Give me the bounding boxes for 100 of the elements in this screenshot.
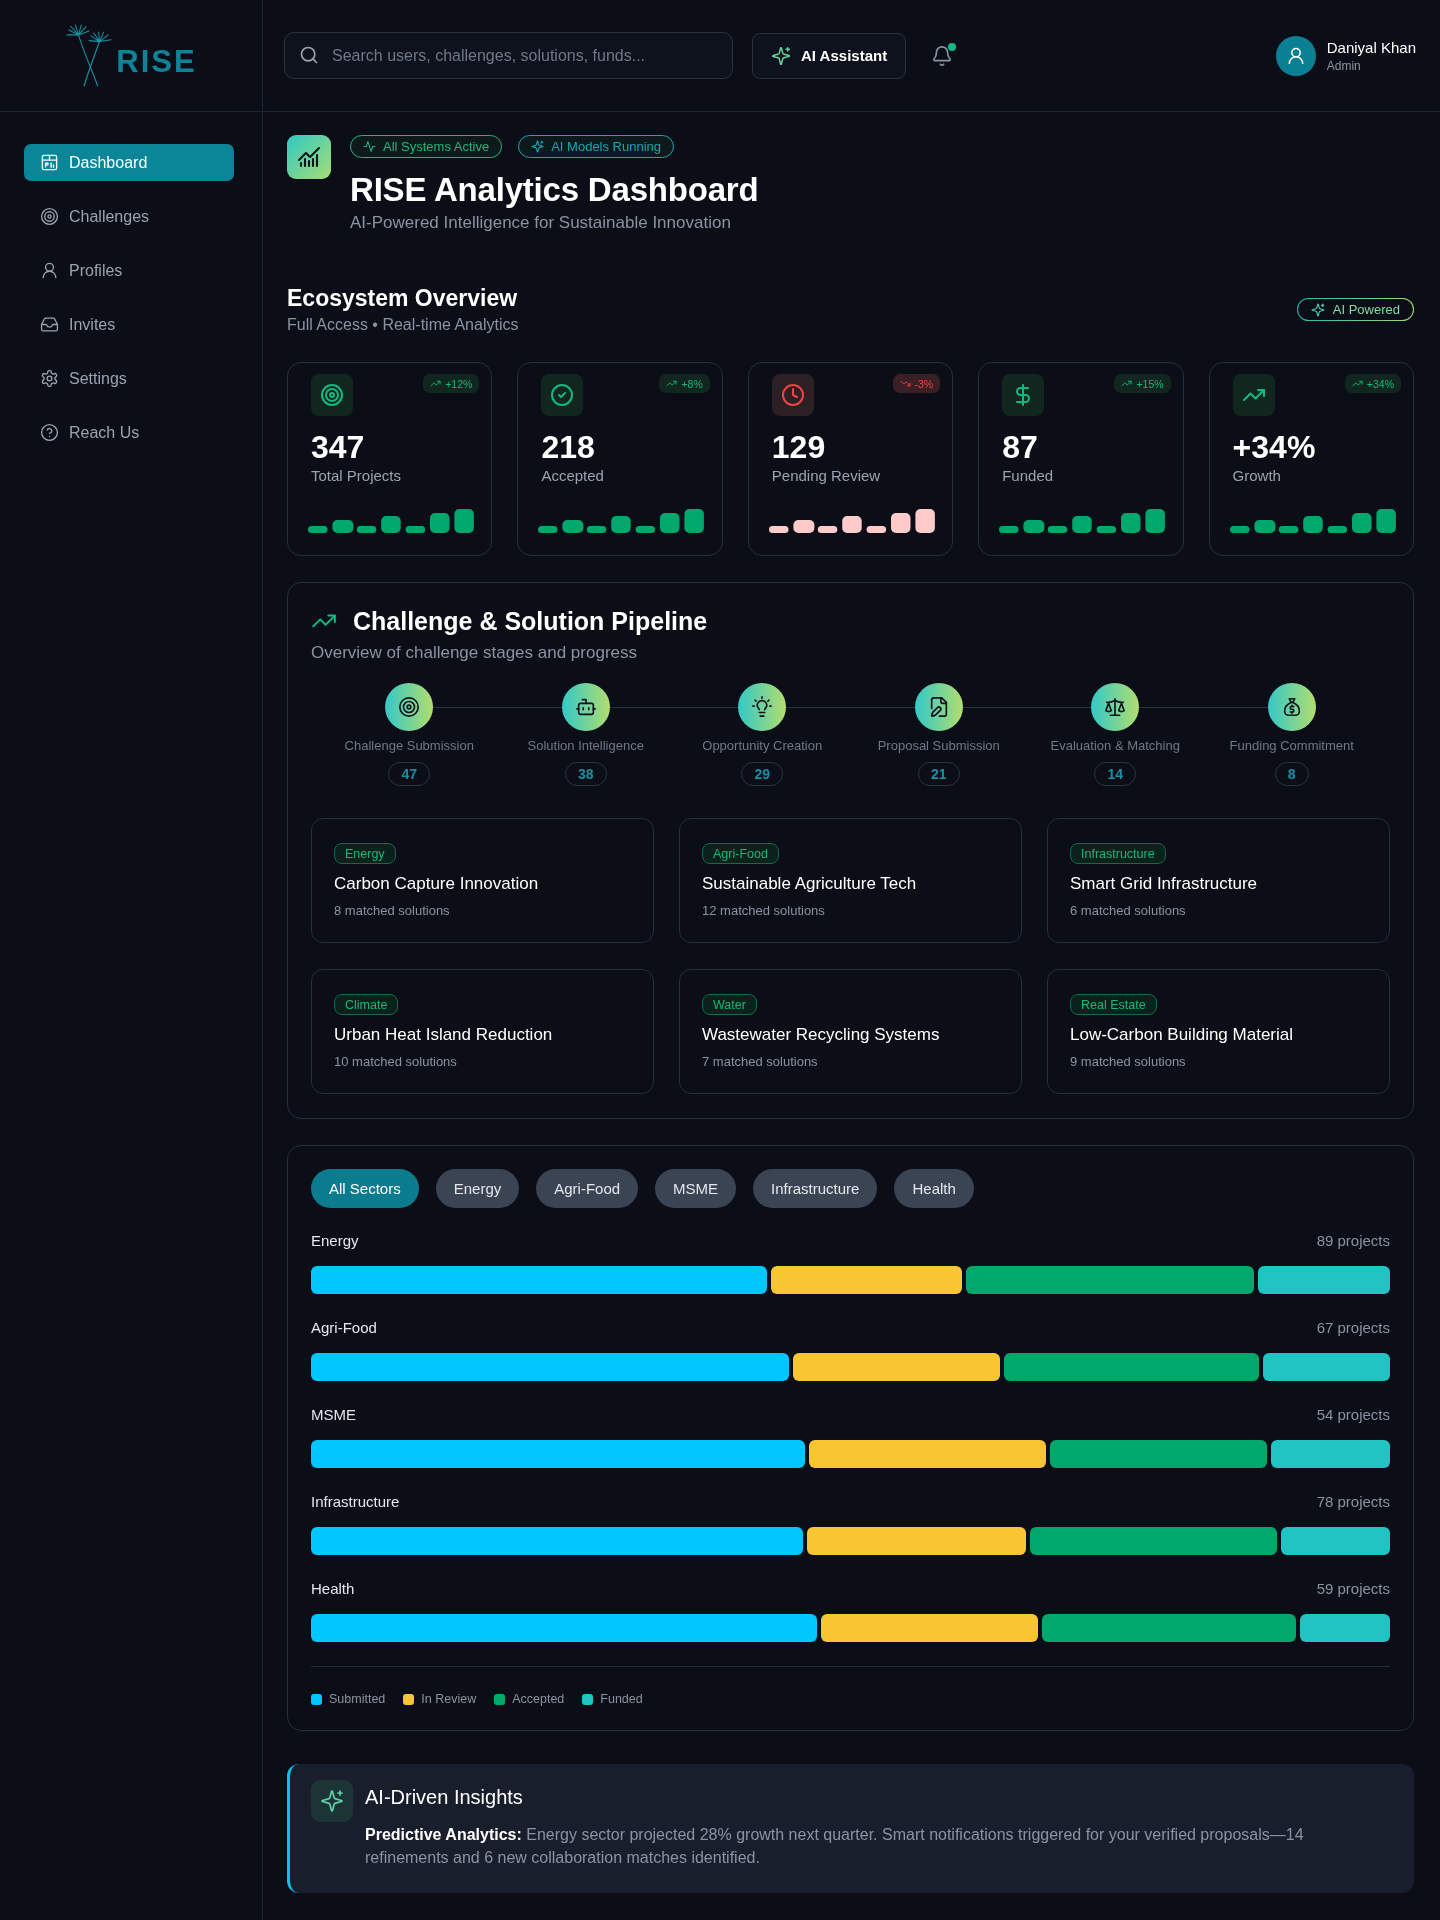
mini-bar (1145, 509, 1166, 533)
legend-label: Submitted (329, 1691, 386, 1707)
nav-item[interactable]: Dashboard (24, 144, 234, 181)
avatar-icon[interactable] (1275, 35, 1316, 76)
challenge-title: Urban Heat Island Reduction (334, 1024, 553, 1046)
insights-title: AI-Driven Insights (365, 1785, 524, 1810)
filter-chip[interactable]: MSME (655, 1169, 737, 1208)
search-field[interactable]: Search users, challenges, solutions, funds... (284, 32, 733, 79)
mini-bar (890, 513, 911, 533)
trend-up-icon (666, 378, 678, 389)
sector-tag: Infrastructure (1070, 843, 1166, 864)
dandelion-icon (65, 23, 114, 88)
scales-icon (1091, 683, 1140, 731)
mini-bar (405, 526, 426, 533)
mini-bar (1376, 509, 1396, 533)
mini-bar (430, 513, 450, 533)
mini-bar (817, 526, 838, 533)
page-subtitle: AI-Powered Intelligence for Sustainable Innovation (350, 212, 732, 234)
logo-text: RISE (116, 43, 197, 80)
mini-bar (587, 526, 607, 533)
challenge-title: Carbon Capture Innovation (334, 873, 539, 895)
trend-up-icon (1232, 374, 1275, 416)
filter-chip[interactable]: Agri-Food (536, 1169, 639, 1208)
lightbulb-icon (738, 683, 787, 731)
stage-label: Funding Commitment (1229, 738, 1354, 754)
mini-bar (866, 526, 886, 533)
nav-item[interactable]: Challenges (24, 198, 234, 235)
change-value: -3% (914, 377, 934, 390)
assistant-button[interactable]: AI Assistant (752, 32, 907, 79)
mini-bar (611, 516, 632, 533)
sector-tag: Real Estate (1070, 994, 1157, 1015)
challenge-title: Wastewater Recycling Systems (702, 1024, 940, 1046)
bell-icon[interactable] (931, 44, 954, 67)
ai-badge-label: AI Powered (1332, 302, 1400, 317)
challenge-title: Low-Carbon Building Material (1070, 1024, 1293, 1046)
match-count: 6 matched solutions (1070, 902, 1186, 919)
stat-value: +34% (1232, 428, 1317, 466)
challenge-card[interactable]: Energy Carbon Capture Innovation 8 matched solutions (311, 818, 654, 943)
filter-chip[interactable]: Energy (435, 1169, 520, 1208)
change-value: +8% (681, 377, 703, 390)
match-count: 8 matched solutions (334, 902, 450, 919)
sector-label: Health (311, 1579, 355, 1599)
stage-label: Opportunity Creation (702, 738, 823, 754)
legend-label: In Review (421, 1691, 477, 1707)
trend-down-icon (899, 378, 911, 389)
challenge-card[interactable]: Agri-Food Sustainable Agriculture Tech 12 matched solutions (679, 818, 1022, 943)
sector-label: Infrastructure (311, 1492, 400, 1512)
sparkles-icon (1310, 302, 1325, 317)
stat-value: 87 (1002, 428, 1039, 466)
filter-chip[interactable]: Health (894, 1169, 974, 1208)
mini-bar (1072, 516, 1092, 533)
sector-label: MSME (311, 1405, 356, 1425)
challenge-card[interactable]: Infrastructure Smart Grid Infrastructure 6 matched solutions (1047, 818, 1390, 943)
trend-up-icon (1121, 378, 1133, 389)
challenge-card[interactable]: Water Wastewater Recycling Systems 7 matched solutions (679, 969, 1022, 1094)
nav-item[interactable]: Reach Us (24, 414, 234, 451)
stat-value: 347 (311, 428, 366, 466)
mini-bar (356, 526, 377, 533)
document-pen-icon (914, 683, 963, 731)
robot-icon (561, 683, 610, 731)
filter-chip[interactable]: Infrastructure (753, 1169, 878, 1208)
mini-bar (1254, 520, 1275, 533)
stat-value: 129 (771, 428, 827, 466)
mini-bar (1302, 516, 1323, 533)
settings-icon (40, 369, 59, 388)
legend-label: Accepted (512, 1691, 565, 1707)
filter-chip[interactable]: All Sectors (311, 1169, 419, 1208)
stat-value: 218 (541, 428, 596, 466)
search-icon (299, 45, 319, 65)
nav-item[interactable]: Profiles (24, 252, 234, 289)
stage-label: Proposal Submission (877, 738, 1000, 754)
nav-item[interactable]: Invites (24, 306, 234, 343)
pipeline-title: Challenge & Solution Pipeline (353, 606, 708, 636)
insights-text: Predictive Analytics: Energy sector projected 28% growth next quarter. Smart notifications triggered for your verified proposals—14 refinements and 6 new collaboration matches identified. (365, 1825, 1305, 1868)
mini-bar (1351, 513, 1372, 533)
mini-bar (308, 526, 328, 533)
challenge-card[interactable]: Real Estate Low-Carbon Building Material 9 matched solutions (1047, 969, 1390, 1094)
stat-label: Accepted (541, 466, 605, 486)
change-value: +12% (445, 377, 473, 390)
match-count: 10 matched solutions (334, 1053, 457, 1070)
mini-bar (1023, 520, 1045, 533)
pipeline-subtitle: Overview of challenge stages and progress (311, 642, 638, 664)
sector-tag: Energy (334, 843, 396, 864)
pulse-icon (363, 140, 376, 153)
user-icon (40, 261, 59, 280)
mini-bar (381, 516, 401, 533)
nav-item[interactable]: Settings (24, 360, 234, 397)
page-title: RISE Analytics Dashboard (350, 170, 759, 210)
help-icon (40, 423, 59, 442)
dollar-icon (1002, 374, 1045, 416)
stat-label: Growth (1232, 466, 1282, 486)
challenge-card[interactable]: Climate Urban Heat Island Reduction 10 matched solutions (311, 969, 654, 1094)
mini-bar (636, 526, 656, 533)
mini-bar (1048, 526, 1068, 533)
trend-up-icon (430, 378, 442, 389)
mini-bar (793, 520, 815, 533)
status-label: AI Models Running (551, 139, 662, 154)
mini-bar (1121, 513, 1141, 533)
target-icon (385, 683, 434, 731)
mini-bar (1229, 526, 1250, 533)
